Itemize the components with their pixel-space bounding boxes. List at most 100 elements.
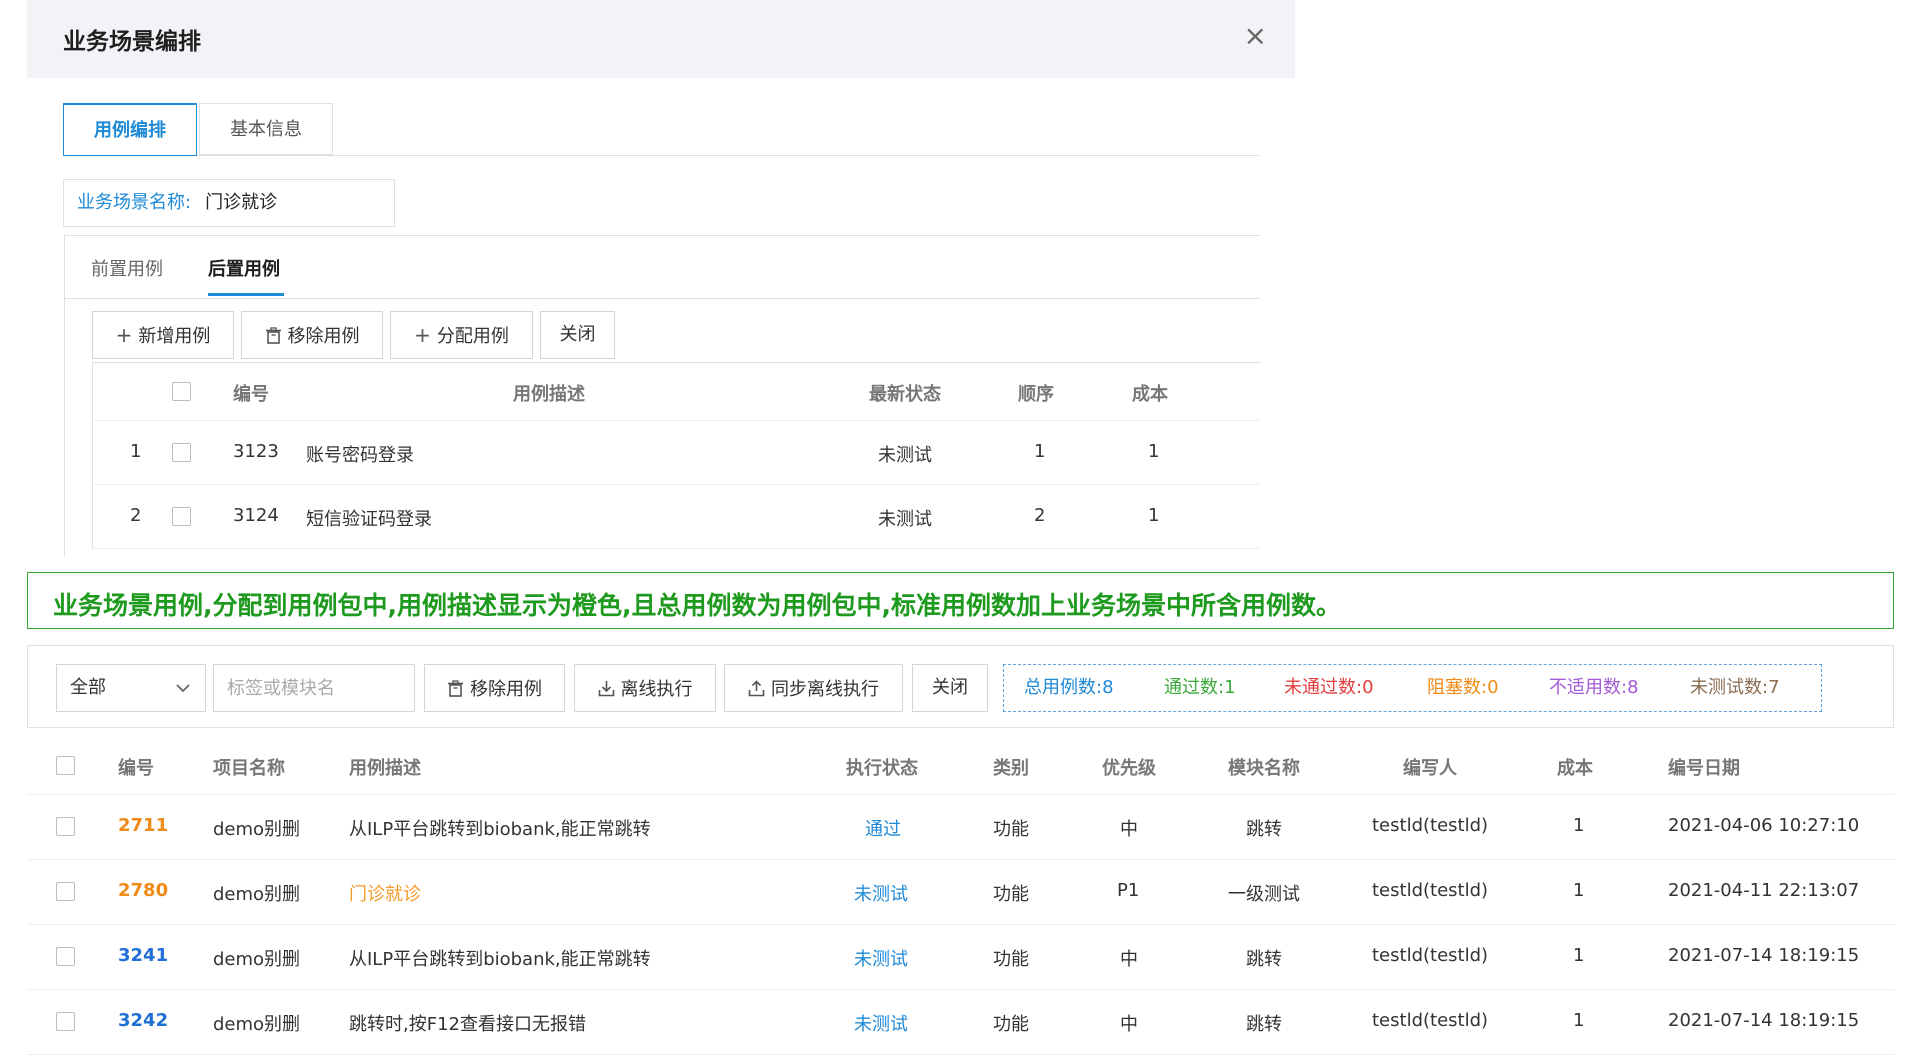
table-row[interactable]: 2 3124 短信验证码登录 未测试 2 1: [93, 485, 1261, 549]
cost: 1: [1573, 1010, 1585, 1031]
row-checkbox[interactable]: [56, 947, 75, 966]
close-icon[interactable]: ×: [1244, 22, 1267, 50]
remove-case-button[interactable]: 移除用例: [241, 311, 383, 359]
filter-select-value: 全部: [70, 677, 106, 698]
assign-case-button[interactable]: + 分配用例: [390, 311, 533, 359]
exec-status[interactable]: 未测试: [854, 1010, 908, 1036]
col-date: 编号日期: [1668, 758, 1740, 779]
plus-icon: +: [115, 323, 133, 347]
tab-pre-cases[interactable]: 前置用例: [91, 255, 163, 281]
scene-name-value: 门诊就诊: [205, 192, 278, 213]
tab-case-orchestration[interactable]: 用例编排: [63, 103, 197, 156]
row-checkbox[interactable]: [56, 817, 75, 836]
table-row[interactable]: 2711 demo别删 从ILP平台跳转到biobank,能正常跳转 通过 功能…: [27, 795, 1894, 860]
offline-execute-button[interactable]: 离线执行: [574, 664, 716, 712]
col-category: 类别: [993, 758, 1029, 779]
post-case-table: 编号 用例描述 最新状态 顺序 成本 1 3123 账号密码登录 未测试 1 1…: [92, 362, 1261, 549]
col-status: 最新状态: [869, 384, 941, 405]
exec-status[interactable]: 通过: [865, 815, 901, 841]
chevron-down-icon: [175, 665, 191, 729]
cost: 1: [1573, 815, 1585, 836]
sync-offline-execute-label: 同步离线执行: [771, 679, 879, 700]
remove-case-label: 移除用例: [470, 679, 542, 700]
row-index: 1: [130, 441, 142, 462]
case-id-link[interactable]: 2780: [118, 880, 168, 901]
modal-title: 业务场景编排: [63, 29, 201, 55]
exec-status[interactable]: 未测试: [854, 945, 908, 971]
category: 功能: [993, 884, 1029, 905]
remove-case-button[interactable]: 移除用例: [424, 664, 565, 712]
col-desc: 用例描述: [349, 758, 421, 779]
priority: 中: [1120, 819, 1138, 840]
col-order: 顺序: [1018, 384, 1054, 405]
case-cost: 1: [1148, 505, 1160, 526]
cost: 1: [1573, 880, 1585, 901]
module-name: 跳转: [1246, 1014, 1282, 1035]
filter-select[interactable]: 全部: [56, 664, 206, 712]
stat-blocked: 阻塞数:0: [1427, 677, 1499, 698]
table-row[interactable]: 2780 demo别删 门诊就诊 未测试 功能 P1 一级测试 testld(t…: [27, 860, 1894, 925]
tab-basic-info[interactable]: 基本信息: [199, 103, 333, 155]
case-desc: 门诊就诊: [349, 884, 421, 905]
remove-case-label: 移除用例: [287, 326, 360, 347]
case-desc: 账号密码登录: [306, 445, 414, 466]
case-status: 未测试: [878, 445, 932, 466]
tag-module-search-input[interactable]: [213, 664, 415, 712]
scene-name-field: 业务场景名称: 门诊就诊: [63, 179, 395, 227]
col-exec-status: 执行状态: [846, 758, 918, 779]
author: testld(testld): [1372, 815, 1489, 836]
row-checkbox[interactable]: [56, 1012, 75, 1031]
project-name: demo别删: [213, 1014, 301, 1035]
col-id: 编号: [233, 384, 269, 405]
col-module: 模块名称: [1228, 758, 1300, 779]
case-desc: 从ILP平台跳转到biobank,能正常跳转: [349, 949, 651, 970]
module-name: 一级测试: [1228, 884, 1300, 905]
created-date: 2021-04-06 10:27:10: [1668, 815, 1860, 836]
row-checkbox[interactable]: [172, 507, 191, 526]
created-date: 2021-07-14 18:19:15: [1668, 945, 1860, 966]
sync-offline-execute-button[interactable]: 同步离线执行: [724, 664, 903, 712]
row-checkbox[interactable]: [56, 882, 75, 901]
case-id-link[interactable]: 2711: [118, 815, 168, 836]
author: testld(testld): [1372, 945, 1489, 966]
exec-status[interactable]: 未测试: [854, 880, 908, 906]
created-date: 2021-04-11 22:13:07: [1668, 880, 1860, 901]
module-name: 跳转: [1246, 819, 1282, 840]
close-button[interactable]: 关闭: [540, 311, 615, 359]
close-button[interactable]: 关闭: [912, 664, 988, 712]
scene-name-label: 业务场景名称:: [77, 192, 192, 213]
outer-tabs: 用例编排 基本信息: [63, 103, 1259, 156]
stat-untested: 未测试数:7: [1690, 677, 1780, 698]
stat-not-applicable: 不适用数:8: [1549, 677, 1639, 698]
case-id-link[interactable]: 3242: [118, 1010, 168, 1031]
row-checkbox[interactable]: [172, 443, 191, 462]
table-row[interactable]: 3242 demo别删 跳转时,按F12查看接口无报错 未测试 功能 中 跳转 …: [27, 990, 1894, 1055]
case-desc: 从ILP平台跳转到biobank,能正常跳转: [349, 819, 651, 840]
annotation-banner: 业务场景用例,分配到用例包中,用例描述显示为橙色,且总用例数为用例包中,标准用例…: [27, 572, 1894, 629]
table-row[interactable]: 1 3123 账号密码登录 未测试 1 1: [93, 421, 1261, 485]
case-id: 3124: [233, 505, 279, 526]
category: 功能: [993, 819, 1029, 840]
upload-icon: [748, 665, 765, 711]
case-desc: 短信验证码登录: [306, 509, 432, 530]
case-id: 3123: [233, 441, 279, 462]
row-index: 2: [130, 505, 142, 526]
plus-icon: +: [414, 323, 431, 347]
tab-post-cases[interactable]: 后置用例: [208, 255, 280, 281]
module-name: 跳转: [1246, 949, 1282, 970]
case-id-link[interactable]: 3241: [118, 945, 168, 966]
case-cost: 1: [1148, 441, 1160, 462]
created-date: 2021-07-14 18:19:15: [1668, 1010, 1860, 1031]
col-cost: 成本: [1132, 384, 1168, 405]
select-all-checkbox[interactable]: [172, 382, 191, 401]
author: testld(testld): [1372, 880, 1489, 901]
category: 功能: [993, 1014, 1029, 1035]
cost: 1: [1573, 945, 1585, 966]
add-case-button[interactable]: + 新增用例: [92, 311, 234, 359]
table-header: 编号 用例描述 最新状态 顺序 成本: [93, 362, 1261, 421]
select-all-checkbox[interactable]: [56, 756, 75, 775]
table-row[interactable]: 3241 demo别删 从ILP平台跳转到biobank,能正常跳转 未测试 功…: [27, 925, 1894, 990]
col-author: 编写人: [1403, 758, 1457, 779]
table-header: 编号 项目名称 用例描述 执行状态 类别 优先级 模块名称 编写人 成本 编号日…: [27, 735, 1894, 795]
offline-execute-label: 离线执行: [620, 679, 693, 700]
